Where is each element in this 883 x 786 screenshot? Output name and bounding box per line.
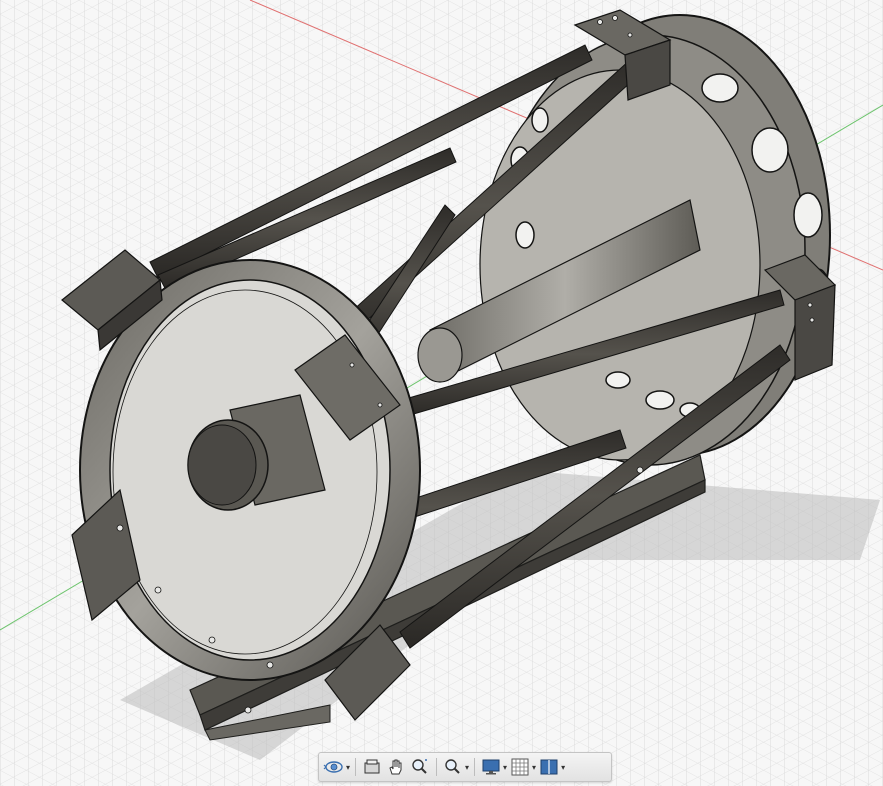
zoom-button[interactable] <box>409 755 431 779</box>
orbit-button[interactable]: ▾ <box>323 755 350 779</box>
viewports-icon <box>540 759 558 775</box>
chevron-down-icon[interactable]: ▾ <box>346 763 350 772</box>
chevron-down-icon[interactable]: ▾ <box>503 763 507 772</box>
grid-snaps-button[interactable]: ▾ <box>509 755 536 779</box>
viewports-button[interactable]: ▾ <box>538 755 565 779</box>
orbit-icon <box>323 761 343 773</box>
chevron-down-icon[interactable]: ▾ <box>561 763 565 772</box>
zoom-window-icon <box>445 759 460 774</box>
chevron-down-icon[interactable]: ▾ <box>465 763 469 772</box>
chevron-down-icon[interactable]: ▾ <box>532 763 536 772</box>
look-at-icon <box>364 759 380 774</box>
toolbar-divider <box>355 758 357 776</box>
display-settings-button[interactable]: ▾ <box>480 755 507 779</box>
navigation-toolbar: ▾ ▾ ▾ ▾ ▾ <box>318 752 612 782</box>
zoom-window-button[interactable]: ▾ <box>442 755 469 779</box>
look-at-button[interactable] <box>361 755 383 779</box>
model-canvas[interactable] <box>0 0 883 786</box>
toolbar-divider <box>474 758 476 776</box>
display-settings-icon <box>482 759 500 775</box>
zoom-icon <box>412 759 428 774</box>
pan-button[interactable] <box>385 755 407 779</box>
toolbar-divider <box>436 758 438 776</box>
pan-hand-icon <box>389 759 402 775</box>
3d-viewport[interactable] <box>0 0 883 786</box>
grid-snaps-icon <box>511 758 529 776</box>
